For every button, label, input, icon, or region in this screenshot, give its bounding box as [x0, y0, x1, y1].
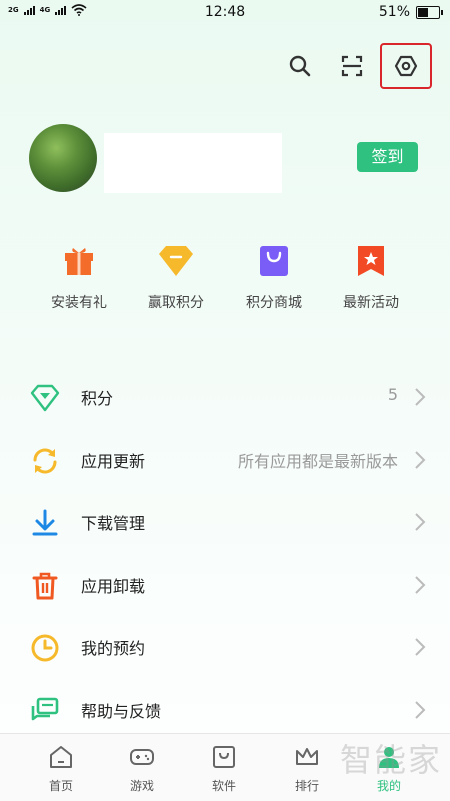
tab-games[interactable]: 游戏 [112, 744, 172, 794]
trash-icon [32, 572, 58, 600]
avatar[interactable] [29, 124, 97, 192]
menu-item-label: 应用更新 [81, 452, 146, 471]
menu-item-label: 下载管理 [81, 514, 146, 533]
battery-group: 51% [378, 4, 443, 20]
quick-action-install-gift[interactable]: 安装有礼 [29, 244, 129, 312]
settings-icon [394, 55, 418, 77]
tab-mine[interactable]: 我的 [359, 744, 419, 794]
menu-item-label: 积分 [81, 389, 114, 408]
diamond-icon [159, 246, 193, 276]
menu-item-uninstall[interactable]: 应用卸载 [0, 555, 450, 615]
username-area[interactable] [104, 133, 282, 193]
update-status: 所有应用都是最新版本 [237, 452, 398, 471]
clock-icon [31, 634, 59, 662]
points-value: 5 [387, 385, 398, 404]
menu-item-download-manager[interactable]: 下载管理 [0, 492, 450, 552]
home-icon [50, 746, 72, 768]
scan-button[interactable] [332, 46, 372, 86]
menu-item-label: 帮助与反馈 [81, 702, 162, 721]
download-icon [32, 509, 58, 536]
gift-icon [65, 248, 93, 275]
battery-level [418, 7, 428, 17]
chat-icon [31, 697, 59, 721]
scan-icon [341, 55, 363, 77]
chevron-right-icon [415, 513, 426, 531]
software-icon [213, 746, 235, 768]
shopping-bag-icon [260, 246, 288, 276]
quick-action-label: 积分商城 [246, 295, 302, 311]
battery-percent: 51% [378, 4, 410, 20]
chevron-right-icon [415, 638, 426, 656]
quick-action-points-mall[interactable]: 积分商城 [224, 244, 324, 312]
chevron-right-icon [415, 388, 426, 406]
settings-button[interactable] [380, 43, 432, 89]
quick-action-latest-events[interactable]: 最新活动 [321, 244, 421, 312]
chevron-right-icon [415, 701, 426, 719]
quick-action-earn-points[interactable]: 赢取积分 [126, 244, 226, 312]
chevron-right-icon [415, 576, 426, 594]
tab-label: 软件 [211, 779, 236, 793]
crown-icon [296, 748, 318, 765]
search-icon [289, 55, 311, 77]
bottom-tab-bar: 首页 游戏 软件 排行 我的 [0, 733, 450, 801]
chevron-right-icon [415, 451, 426, 469]
gamepad-icon [130, 749, 154, 765]
quick-action-label: 最新活动 [343, 295, 399, 311]
menu-item-app-update[interactable]: 应用更新 所有应用都是最新版本 [0, 430, 450, 490]
tab-label: 首页 [48, 779, 73, 793]
menu-item-my-reservations[interactable]: 我的预约 [0, 617, 450, 677]
tab-software[interactable]: 软件 [194, 744, 254, 794]
refresh-icon [33, 448, 57, 474]
tab-home[interactable]: 首页 [31, 744, 91, 794]
status-bar: 2G 4G 12:48 51% [0, 0, 450, 24]
menu-item-help-feedback[interactable]: 帮助与反馈 [0, 680, 450, 740]
tab-ranking[interactable]: 排行 [277, 744, 337, 794]
person-icon [379, 747, 399, 768]
battery-icon [416, 5, 443, 19]
menu-item-label: 我的预约 [81, 639, 146, 658]
diamond-outline-icon [30, 384, 60, 412]
checkin-button[interactable]: 签到 [357, 142, 418, 172]
quick-action-label: 赢取积分 [148, 295, 204, 311]
menu-item-points[interactable]: 积分 5 [0, 367, 450, 427]
tab-label: 我的 [376, 779, 401, 793]
menu-item-label: 应用卸载 [81, 577, 146, 596]
tab-label: 排行 [294, 779, 319, 793]
tab-label: 游戏 [129, 779, 154, 793]
bookmark-star-icon [358, 246, 384, 276]
quick-action-label: 安装有礼 [51, 295, 107, 311]
search-button[interactable] [280, 46, 320, 86]
